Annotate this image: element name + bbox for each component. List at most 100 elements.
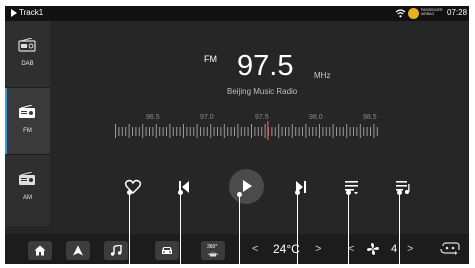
dial-tick	[200, 127, 201, 136]
dial-marker	[267, 121, 269, 140]
dial-tick	[135, 127, 137, 136]
dial-tick	[128, 124, 130, 138]
radio-icon	[19, 105, 35, 118]
temperature-display: 24°C	[273, 242, 300, 256]
dial-tick	[186, 127, 188, 136]
dial-tick	[329, 127, 331, 136]
car-top-icon	[207, 252, 219, 257]
status-bar: Track1 PASSENGER AIRBAG 07:28	[5, 6, 469, 21]
wifi-icon	[395, 9, 406, 18]
dial-tick	[125, 127, 127, 136]
list-icon[interactable]	[339, 174, 365, 200]
source-label: DAB	[21, 61, 34, 67]
dial-tick	[217, 127, 218, 136]
dial-tick	[370, 127, 371, 136]
dial-tick	[142, 124, 144, 138]
dial-tick	[152, 127, 154, 136]
dial-tick	[325, 127, 327, 136]
source-fm[interactable]: FM	[5, 88, 50, 154]
dial-tick	[162, 127, 164, 136]
temp-down-button[interactable]: <	[252, 242, 258, 256]
dial-tick	[346, 124, 348, 138]
car-button[interactable]	[155, 241, 179, 260]
fan-up-button[interactable]: >	[407, 242, 413, 256]
music-button[interactable]	[104, 241, 128, 260]
dial-tick	[257, 127, 259, 136]
360-camera-button[interactable]: 360°	[201, 241, 225, 260]
dial-tick	[302, 127, 303, 136]
dial-tick	[291, 124, 293, 138]
source-label: AM	[23, 195, 32, 201]
dial-tick	[121, 127, 123, 136]
callout-line	[180, 193, 181, 268]
station-name: Beijing Music Radio	[227, 87, 298, 96]
dial-tick	[353, 127, 354, 136]
skip-next-icon[interactable]	[288, 174, 314, 200]
frequency-display: 97.5	[237, 50, 294, 82]
dial-tick	[264, 124, 266, 138]
dial-tick	[237, 124, 239, 138]
dial-tick	[179, 127, 181, 136]
callout-line	[348, 193, 349, 268]
dial-tick	[342, 127, 344, 136]
dial-tick	[285, 127, 286, 136]
source-am[interactable]: AM	[5, 155, 50, 221]
source-dab[interactable]: DAB	[5, 21, 50, 87]
dial-tick	[308, 127, 310, 136]
play-icon	[243, 180, 252, 192]
dial-tick	[203, 127, 205, 136]
play-button[interactable]	[229, 169, 264, 204]
temp-up-button[interactable]: >	[315, 242, 321, 256]
navigation-icon	[73, 245, 83, 256]
dial-tick	[220, 127, 222, 136]
source-sidebar: DAB FM AM	[5, 21, 50, 226]
dial-tick	[234, 127, 235, 136]
fan-level: 4	[391, 243, 398, 255]
dial-tick	[169, 124, 171, 138]
home-icon	[34, 245, 46, 256]
dial-tick	[295, 127, 297, 136]
home-button[interactable]	[28, 241, 52, 260]
dial-tick	[322, 127, 324, 136]
radio-icon	[19, 172, 35, 185]
heart-icon[interactable]	[120, 174, 146, 200]
360-camera-icon: 360°	[207, 244, 218, 250]
dial-tick	[132, 127, 133, 136]
dial-tick	[206, 127, 208, 136]
recirculation-icon[interactable]	[439, 242, 461, 255]
callout-line	[399, 193, 400, 268]
band-label: FM	[204, 54, 217, 64]
source-label: FM	[23, 128, 32, 134]
car-icon	[162, 247, 172, 254]
dial-tick	[363, 127, 365, 136]
dial-tick	[332, 124, 334, 138]
dial-tick	[373, 124, 375, 138]
music-list-icon[interactable]	[390, 174, 416, 200]
passenger-airbag-label: PASSENGER AIRBAG	[421, 8, 443, 16]
dial-tick	[240, 127, 242, 136]
dial-tick	[166, 127, 167, 136]
skip-previous-icon[interactable]	[171, 174, 197, 200]
dial-tick	[261, 127, 263, 136]
dial-tick	[227, 127, 229, 136]
dial-tick	[196, 124, 198, 138]
callout-line	[297, 193, 298, 268]
clock: 07:28	[447, 8, 468, 17]
dial-tick	[159, 127, 161, 136]
frequency-unit: MHz	[314, 71, 331, 80]
dial-tick	[359, 124, 361, 138]
dial-tick	[281, 127, 283, 136]
dial-tick	[183, 124, 184, 138]
dial-tick	[251, 124, 252, 138]
tuning-dial[interactable]	[113, 111, 383, 141]
dial-tick	[356, 127, 358, 136]
dial-tick	[376, 127, 378, 136]
fan-icon	[367, 243, 379, 255]
callout-line	[129, 193, 130, 268]
dial-tick	[278, 124, 280, 138]
dial-tick	[247, 127, 249, 136]
dial-tick	[288, 127, 290, 136]
navigation-button[interactable]	[66, 241, 90, 260]
dial-tick	[230, 127, 232, 136]
dial-tick	[149, 127, 150, 136]
